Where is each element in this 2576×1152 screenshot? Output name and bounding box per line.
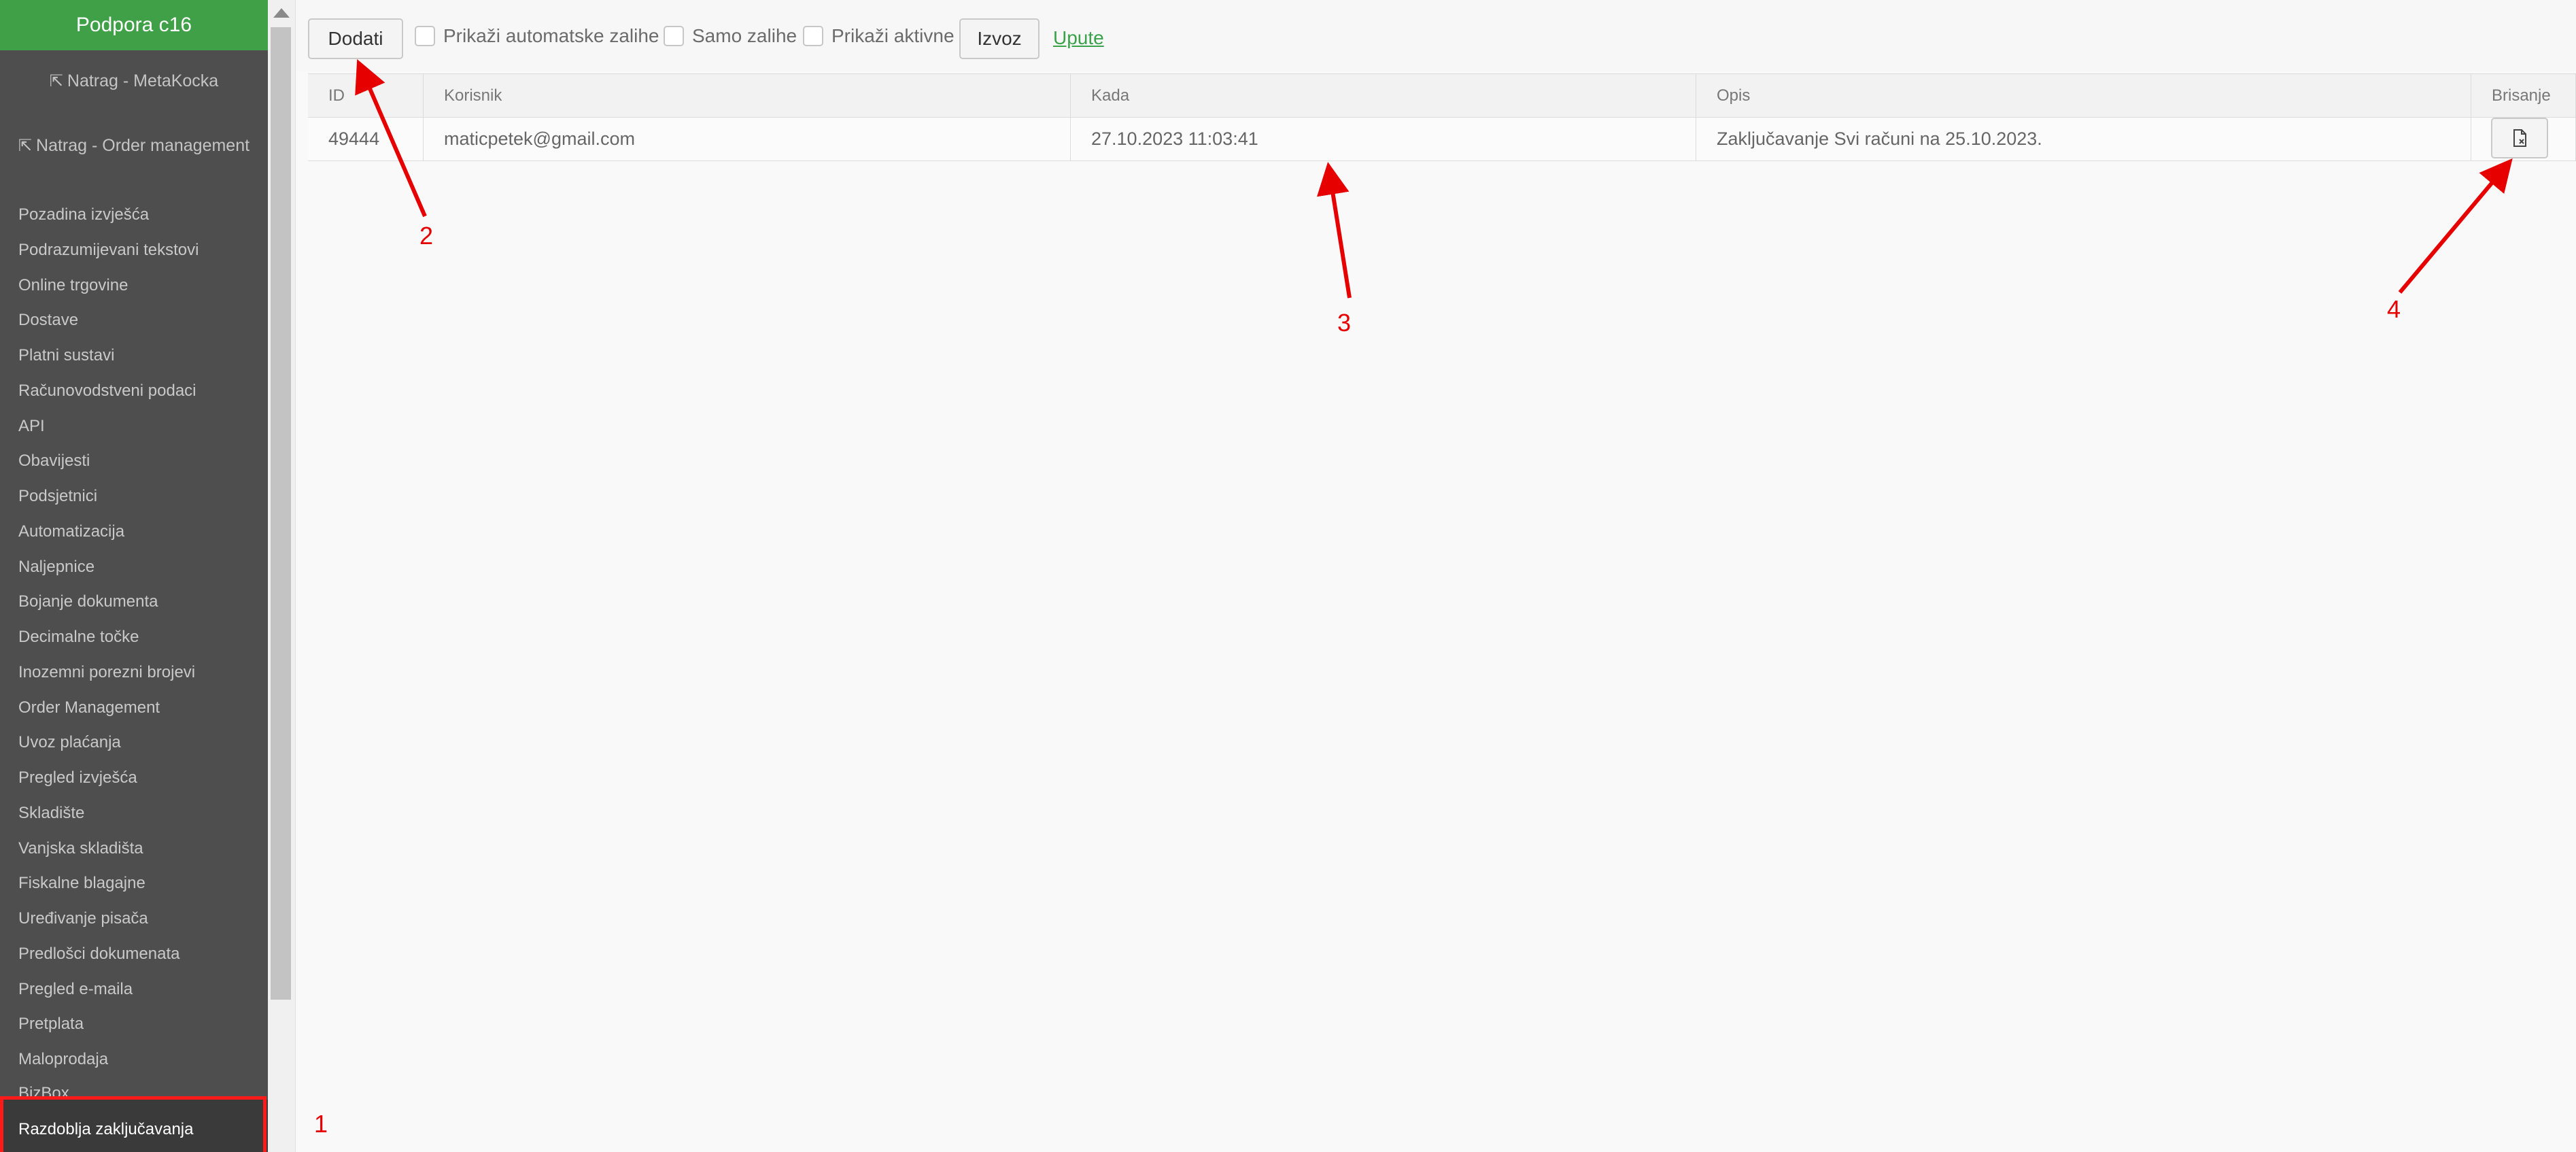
sidebar-item-pozadina-izvjesca[interactable]: Pozadina izvješća bbox=[18, 205, 149, 224]
sidebar-item-podrazumijevani-tekstovi[interactable]: Podrazumijevani tekstovi bbox=[18, 241, 199, 260]
sidebar-item-api[interactable]: API bbox=[18, 417, 45, 436]
sidebar-item-decimalne-tocke[interactable]: Decimalne točke bbox=[18, 628, 139, 647]
sidebar-header: Podpora c16 bbox=[0, 0, 268, 50]
add-button[interactable]: Dodati bbox=[308, 18, 403, 59]
checkbox-label: Samo zalihe bbox=[692, 25, 797, 46]
annotation-number-1: 1 bbox=[314, 1110, 328, 1138]
sidebar-item-order-management[interactable]: Order Management bbox=[18, 698, 160, 717]
sidebar-item-uredivanje-pisaca[interactable]: Uređivanje pisača bbox=[18, 909, 148, 928]
sidebar-item-vanjska-skladista[interactable]: Vanjska skladišta bbox=[18, 839, 143, 858]
back-link-order-management[interactable]: ⇱ Natrag - Order management bbox=[0, 136, 268, 156]
main-content: Dodati Prikaži automatske zalihe Samo za… bbox=[296, 0, 2576, 1152]
checkbox-label: Prikaži automatske zalihe bbox=[443, 25, 659, 46]
checkbox-box[interactable] bbox=[415, 26, 435, 46]
annotation-number-2: 2 bbox=[419, 222, 434, 250]
checkbox-only-stock[interactable]: Samo zalihe bbox=[664, 25, 797, 47]
sidebar-scrollbar[interactable] bbox=[268, 0, 296, 1152]
sidebar-item-bojanje-dokumenta[interactable]: Bojanje dokumenta bbox=[18, 592, 158, 611]
column-header-id[interactable]: ID bbox=[308, 74, 424, 118]
checkbox-box[interactable] bbox=[664, 26, 684, 46]
back-link-metakocka[interactable]: ⇱ Natrag - MetaKocka bbox=[0, 71, 268, 91]
help-link[interactable]: Upute bbox=[1053, 27, 1104, 49]
sidebar-item-pregled-e-maila[interactable]: Pregled e-maila bbox=[18, 980, 133, 999]
column-header-user[interactable]: Korisnik bbox=[424, 74, 1071, 118]
sidebar: Podpora c16 ⇱ Natrag - MetaKocka ⇱ Natrag … bbox=[0, 0, 268, 1152]
back-link-label: Natrag - MetaKocka bbox=[67, 71, 219, 90]
toolbar: Dodati Prikaži automatske zalihe Samo za… bbox=[296, 0, 2576, 71]
checkbox-show-automatic-stock[interactable]: Prikaži automatske zalihe bbox=[415, 25, 659, 47]
table-cell-when: 27.10.2023 11:03:41 bbox=[1071, 118, 1696, 161]
annotation-number-3: 3 bbox=[1337, 309, 1352, 337]
sidebar-item-obavijesti[interactable]: Obavijesti bbox=[18, 452, 90, 471]
file-delete-icon bbox=[2513, 129, 2526, 147]
sidebar-item-pretplata[interactable]: Pretplata bbox=[18, 1015, 84, 1034]
sign-out-icon: ⇱ bbox=[18, 137, 33, 155]
scroll-up-arrow-icon[interactable] bbox=[273, 8, 290, 18]
sidebar-item-skladiste[interactable]: Skladište bbox=[18, 804, 84, 823]
sidebar-item-online-trgovine[interactable]: Online trgovine bbox=[18, 276, 128, 295]
annotation-number-4: 4 bbox=[2387, 295, 2401, 323]
sidebar-item-dostave[interactable]: Dostave bbox=[18, 311, 78, 330]
sidebar-item-fiskalne-blagajne[interactable]: Fiskalne blagajne bbox=[18, 874, 145, 893]
sidebar-item-podsjetnici[interactable]: Podsjetnici bbox=[18, 487, 97, 506]
sign-out-icon: ⇱ bbox=[49, 72, 63, 90]
sidebar-item-predlosci-dokumenata[interactable]: Predlošci dokumenata bbox=[18, 945, 179, 964]
sidebar-item-maloprodaja[interactable]: Maloprodaja bbox=[18, 1050, 108, 1069]
sidebar-item-naljepnice[interactable]: Naljepnice bbox=[18, 558, 95, 577]
sidebar-item-inozemni-porezni-brojevi[interactable]: Inozemni porezni brojevi bbox=[18, 663, 195, 682]
sidebar-item-automatizacija[interactable]: Automatizacija bbox=[18, 522, 124, 541]
column-header-delete: Brisanje bbox=[2471, 74, 2576, 118]
back-link-label: Natrag - Order management bbox=[36, 136, 250, 155]
checkbox-box[interactable] bbox=[803, 26, 823, 46]
sidebar-item-platni-sustavi[interactable]: Platni sustavi bbox=[18, 346, 114, 365]
column-header-when[interactable]: Kada bbox=[1071, 74, 1696, 118]
column-header-description[interactable]: Opis bbox=[1696, 74, 2471, 118]
locking-periods-table: ID Korisnik Kada Opis Brisanje 49444 mat… bbox=[308, 73, 2576, 161]
delete-row-button[interactable] bbox=[2491, 118, 2548, 158]
annotation-highlight-box bbox=[0, 1096, 267, 1152]
table-cell-description: Zaključavanje Svi računi na 25.10.2023. bbox=[1696, 118, 2471, 161]
table-cell-user: maticpetek@gmail.com bbox=[424, 118, 1071, 161]
table-cell-id: 49444 bbox=[308, 118, 424, 161]
sidebar-item-pregled-izvjesca[interactable]: Pregled izvješća bbox=[18, 768, 137, 787]
checkbox-label: Prikaži aktivne bbox=[831, 25, 955, 46]
sidebar-item-uvoz-placanja[interactable]: Uvoz plaćanja bbox=[18, 733, 121, 752]
scrollbar-thumb[interactable] bbox=[271, 27, 291, 1000]
sidebar-item-racunovodstveni-podaci[interactable]: Računovodstveni podaci bbox=[18, 382, 196, 401]
checkbox-show-active[interactable]: Prikaži aktivne bbox=[803, 25, 955, 47]
export-button[interactable]: Izvoz bbox=[959, 18, 1040, 59]
